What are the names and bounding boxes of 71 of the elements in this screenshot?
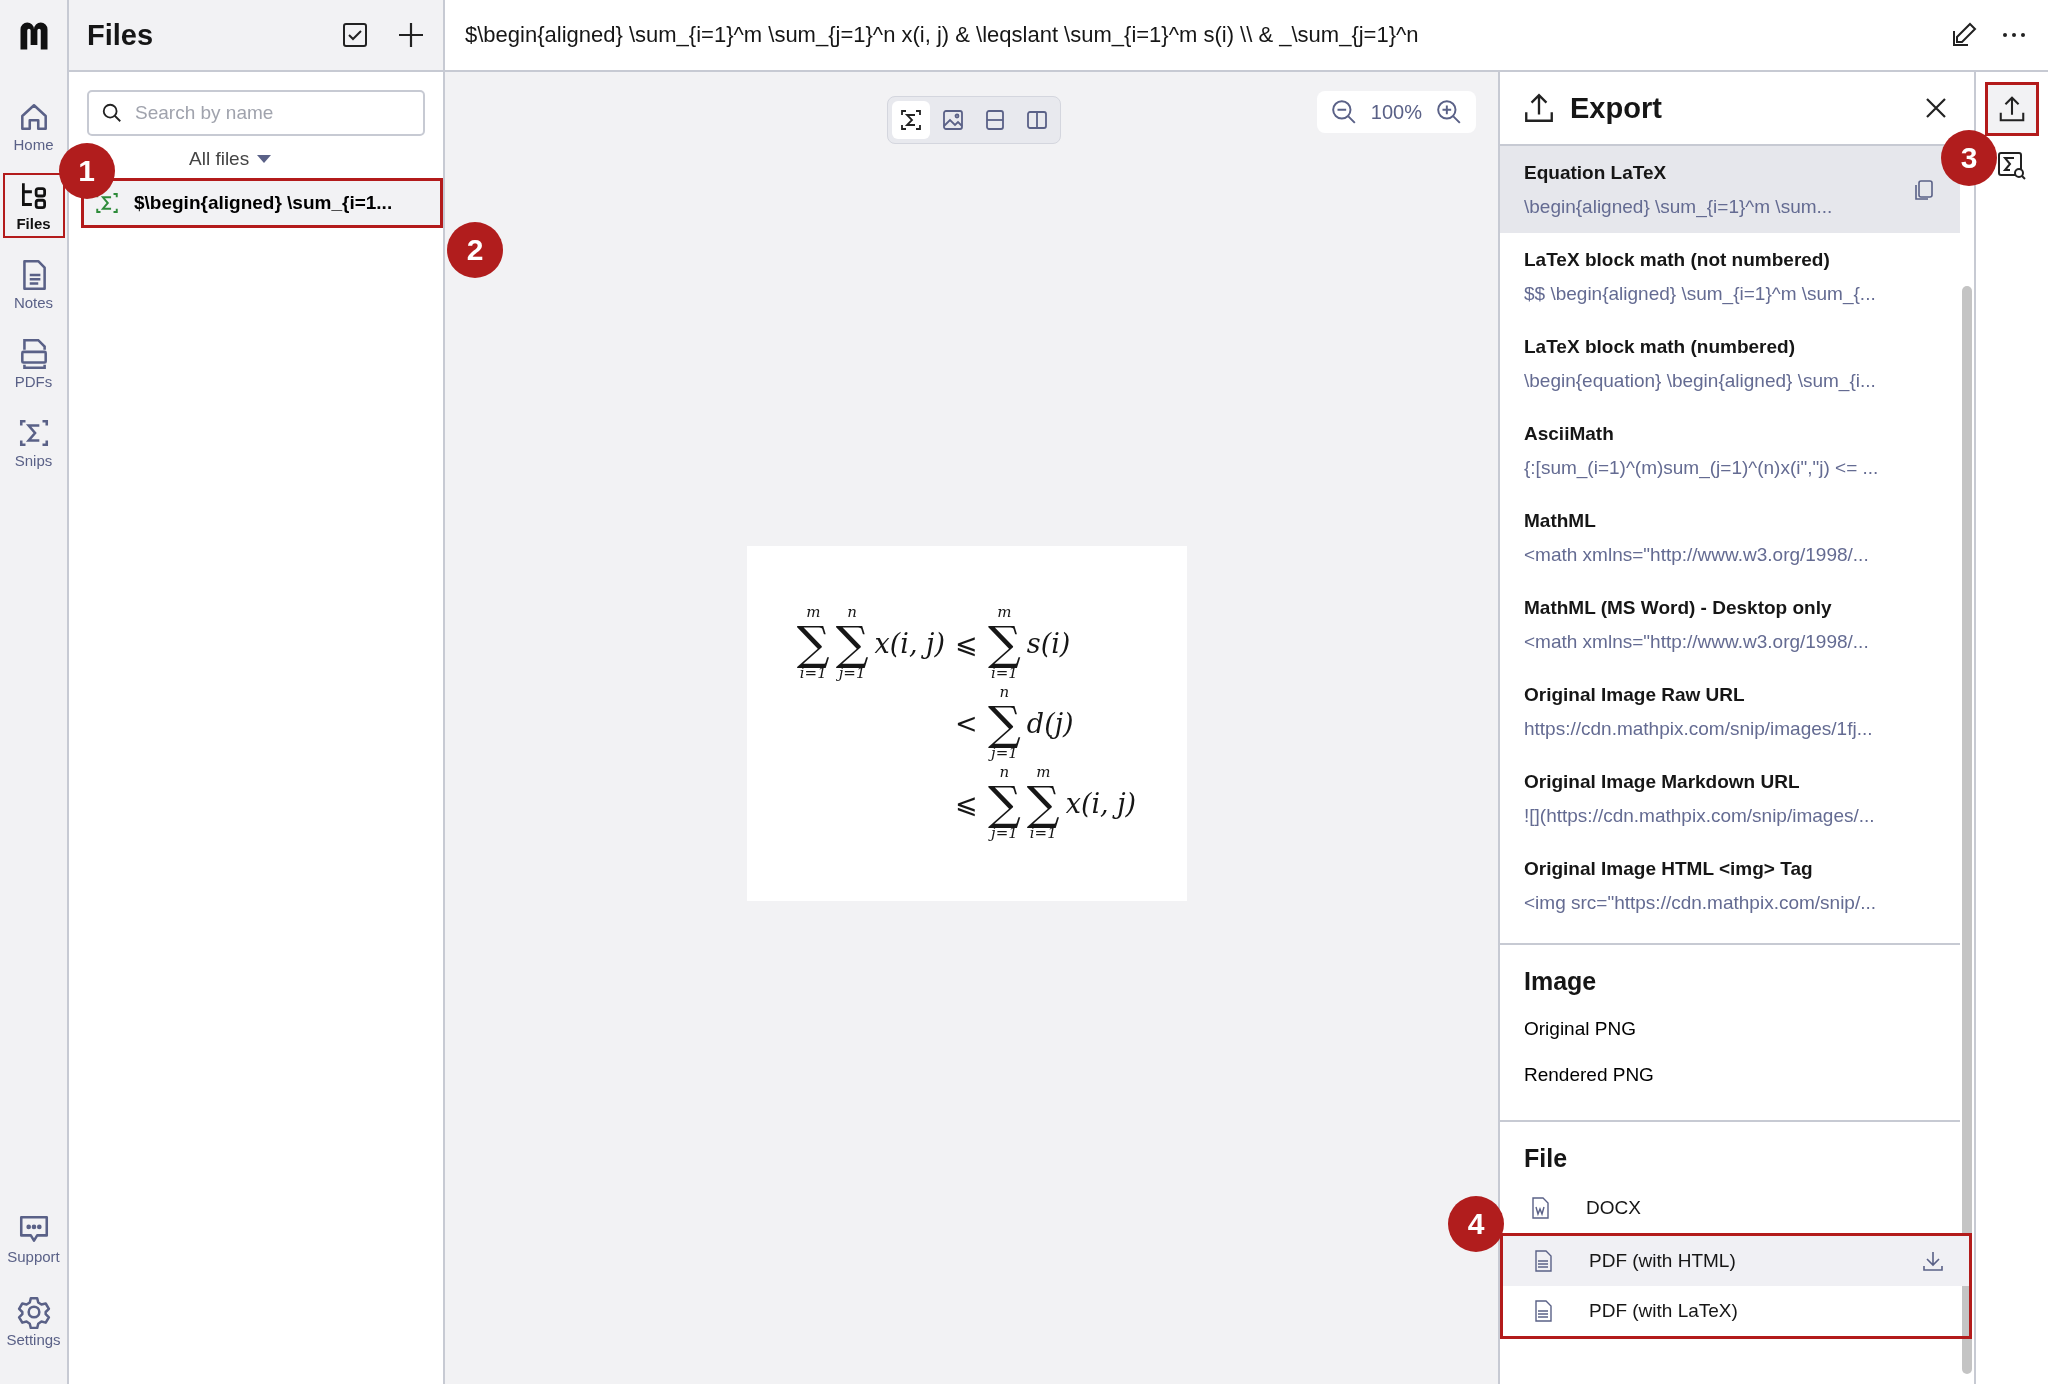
export-file-option[interactable]: PDF (with HTML): [1503, 1236, 1969, 1286]
snip-icon: [94, 190, 120, 216]
section-heading: File: [1523, 1144, 1569, 1174]
format-preview: <img src="https://cdn.mathpix.com/snip/...: [1524, 891, 1878, 914]
export-format-item[interactable]: Equation LaTeX \begin{aligned} \sum_{i=1}^m \sum...: [1500, 146, 1960, 233]
upload-icon: [1997, 94, 2027, 124]
format-title: Original Image HTML <img> Tag: [1524, 857, 1814, 880]
close-icon[interactable]: [1924, 96, 1948, 120]
format-title: Equation LaTeX: [1524, 161, 1668, 184]
edit-icon[interactable]: [1950, 21, 1978, 49]
caret-icon: [257, 155, 272, 163]
format-preview: <math xmlns="http://www.w3.org/1998/...: [1524, 630, 1870, 653]
format-preview: \begin{aligned} \sum_{i=1}^m \sum...: [1524, 195, 1834, 218]
zoom-in-icon[interactable]: [1436, 99, 1462, 125]
format-title: LaTeX block math (not numbered): [1524, 248, 1831, 271]
file-format-label: PDF (with LaTeX): [1589, 1300, 1738, 1322]
zoom-out-icon[interactable]: [1330, 99, 1357, 125]
export-format-item[interactable]: AsciiMath {:[sum_(i=1)^(m)sum_(j=1)^(n)x(i","j) <= ...: [1500, 407, 1960, 494]
panel-title: Files: [87, 18, 154, 52]
format-title: Original Image Raw URL: [1524, 683, 1746, 706]
format-title: LaTeX block math (numbered): [1524, 335, 1796, 358]
search-field[interactable]: Search by name: [87, 90, 425, 136]
export-format-item[interactable]: Original Image Raw URL https://cdn.mathpix.com/snip/images/1fj...: [1500, 668, 1960, 755]
file-format-label: PDF (with HTML): [1589, 1250, 1736, 1272]
vertical-split-icon: [1025, 108, 1049, 132]
file-format-label: DOCX: [1586, 1197, 1641, 1219]
copy-icon[interactable]: [1912, 177, 1936, 202]
format-preview: \begin{equation} \begin{aligned} \sum_{i...: [1524, 369, 1877, 392]
format-title: MathML (MS Word) - Desktop only: [1524, 596, 1833, 619]
format-title: AsciiMath: [1524, 422, 1615, 445]
nav-item[interactable]: Support: [2, 1206, 65, 1271]
panel-title: Export: [1570, 91, 1662, 125]
image-icon: [941, 108, 965, 132]
format-title: MathML: [1524, 509, 1597, 532]
format-preview: $$ \begin{aligned} \sum_{i=1}^m \sum_{...: [1524, 282, 1877, 305]
filter-dropdown[interactable]: All files: [189, 148, 272, 170]
nav-item[interactable]: PDFs: [2, 331, 65, 396]
equation-title: $\begin{aligned} \sum_{i=1}^m \sum_{j=1}^n x(i, j) & \leqslant \sum_{i=1}^m s(i) \\ & _\sum_{j=1}^n: [465, 22, 1419, 48]
format-preview: <math xmlns="http://www.w3.org/1998/...: [1524, 543, 1870, 566]
export-format-item[interactable]: LaTeX block math (not numbered) $$ \begin{aligned} \sum_{i=1}^m \sum_{...: [1500, 233, 1960, 320]
nav-icon: [16, 1295, 51, 1329]
export-option[interactable]: Rendered PNG: [1500, 1052, 1960, 1098]
nav-item[interactable]: Files: [2, 173, 65, 238]
search-icon: [101, 102, 123, 124]
export-button[interactable]: [1985, 82, 2039, 136]
format-preview: {:[sum_(i=1)^(m)sum_(j=1)^(n)x(i","j) <= ...: [1524, 456, 1880, 479]
scrollbar-thumb[interactable]: [1962, 286, 1972, 1374]
format-preview: https://cdn.mathpix.com/snip/images/1fj...: [1524, 717, 1874, 740]
section-heading: Image: [1523, 967, 1598, 997]
nav-item[interactable]: Snips: [2, 410, 65, 475]
export-format-item[interactable]: MathML (MS Word) - Desktop only <math xmlns="http://www.w3.org/1998/...: [1500, 581, 1960, 668]
export-format-item[interactable]: MathML <math xmlns="http://www.w3.org/1998/...: [1500, 494, 1960, 581]
step-badge: 1: [58, 143, 115, 199]
export-file-option[interactable]: PDF (with LaTeX): [1503, 1286, 1969, 1336]
export-option[interactable]: Original PNG: [1500, 1006, 1960, 1052]
view-mode-button[interactable]: [892, 101, 930, 139]
format-title: Original Image Markdown URL: [1524, 770, 1801, 793]
formula-icon: [899, 108, 923, 132]
formula-search-icon[interactable]: [1996, 150, 2028, 182]
nav-item[interactable]: Notes: [2, 252, 65, 317]
upload-icon: [1522, 91, 1556, 125]
horizontal-split-icon: [983, 108, 1007, 132]
export-format-item[interactable]: Original Image Markdown URL ![](https://cdn.mathpix.com/snip/images/...: [1500, 755, 1960, 842]
export-format-item[interactable]: Original Image HTML <img> Tag <img src="https://cdn.mathpix.com/snip/...: [1500, 842, 1960, 929]
export-format-item[interactable]: LaTeX block math (numbered) \begin{equation} \begin{aligned} \sum_{i...: [1500, 320, 1960, 407]
nav-item[interactable]: Settings: [2, 1289, 65, 1354]
add-icon[interactable]: [397, 21, 425, 49]
zoom-level: 100%: [1370, 100, 1422, 124]
format-preview: ![](https://cdn.mathpix.com/snip/images/...: [1524, 804, 1876, 827]
select-checkbox-icon[interactable]: [341, 21, 369, 49]
download-icon[interactable]: [1921, 1249, 1945, 1273]
